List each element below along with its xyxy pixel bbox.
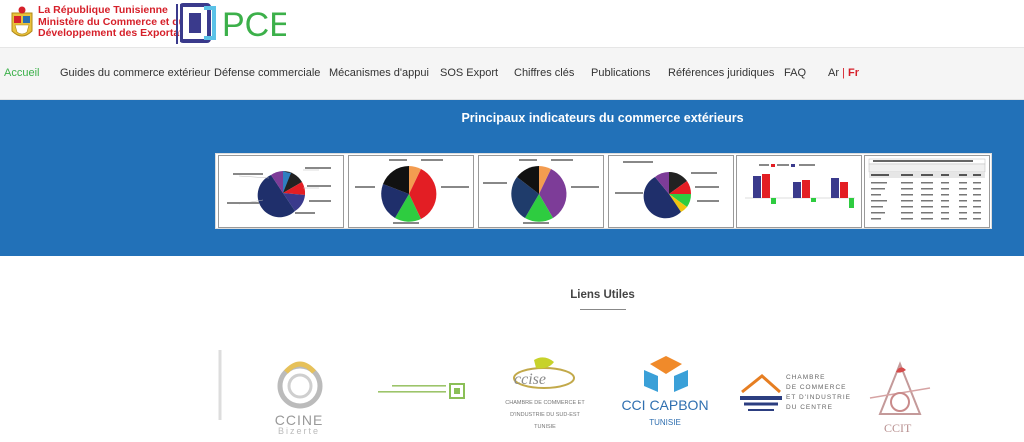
chambre-sub-2: DE COMMERCE (786, 384, 847, 391)
indicator-thumb-4[interactable] (608, 155, 734, 228)
bar-chart-thumb (745, 164, 855, 208)
cci-nord-ouest-icon (378, 383, 465, 399)
partner-ccine-logo[interactable]: CCINE Bizerte (214, 350, 324, 437)
chambre-sub-1: CHAMBRE (786, 374, 826, 381)
language-switch: Ar | Fr (828, 67, 859, 79)
ccit-name: CCIT (884, 421, 912, 435)
ccise-emblem-icon: ccise (513, 357, 575, 389)
nav-sos-export[interactable]: SOS Export (440, 67, 498, 79)
main-nav: Accueil Guides du commerce extérieur Déf… (0, 48, 1024, 100)
nav-publications[interactable]: Publications (591, 67, 650, 79)
nav-mecanismes[interactable]: Mécanismes d'appui (329, 67, 429, 79)
ccit-emblem-icon: CCIT (869, 361, 931, 435)
site-header: La République Tunisienne Ministère du Co… (0, 0, 1024, 48)
header-separator (176, 4, 178, 44)
chambre-centre-emblem-icon (740, 374, 782, 411)
ccise-sub-2: D'INDUSTRIE DU SUD-EST (510, 412, 580, 418)
logo-text: PCE (222, 6, 286, 44)
indicator-thumb-2[interactable] (348, 155, 474, 228)
liens-utiles-title: Liens Utiles (570, 289, 635, 301)
nav-guides[interactable]: Guides du commerce extérieur (60, 67, 210, 79)
indicator-thumb-5[interactable] (736, 155, 862, 228)
chambre-sub-3: ET D'INDUSTRIE (786, 394, 851, 401)
capbon-sub: TUNISIE (649, 418, 681, 427)
nav-defense[interactable]: Défense commerciale (214, 67, 320, 79)
ccise-sub-1: CHAMBRE DE COMMERCE ET (505, 400, 585, 406)
partner-ccit-logo[interactable]: CCIT (860, 358, 940, 437)
lang-fr-link[interactable]: Fr (848, 67, 859, 79)
indicator-thumb-6[interactable] (864, 155, 990, 228)
pie-chart-thumb-4 (615, 161, 719, 219)
table-thumb (868, 158, 986, 220)
capbon-emblem-icon (644, 356, 688, 392)
indicator-thumb-3[interactable] (478, 155, 604, 228)
nav-faq[interactable]: FAQ (784, 67, 806, 79)
liens-utiles-divider (580, 309, 626, 310)
indicators-title: Principaux indicateurs du commerce extér… (461, 111, 744, 125)
partner-ccise-logo[interactable]: ccise CHAMBRE DE COMMERCE ET D'INDUSTRIE… (500, 356, 590, 437)
pie-chart-thumb-3 (483, 159, 599, 224)
pce-logo[interactable]: PCE (180, 2, 286, 44)
chambre-sub-4: DU CENTRE (786, 404, 833, 411)
nav-chiffres[interactable]: Chiffres clés (514, 67, 574, 79)
tunisia-emblem-icon (11, 6, 33, 37)
partner-cci-nord-ouest-logo[interactable] (370, 378, 470, 402)
pie-chart-thumb-1 (227, 167, 331, 218)
indicator-thumb-1[interactable] (218, 155, 344, 228)
capbon-name: CCI CAPBON (621, 397, 709, 413)
partner-cci-capbon-logo[interactable]: CCI CAPBON TUNISIE (620, 356, 710, 437)
nav-accueil[interactable]: Accueil (4, 67, 39, 79)
indicators-carousel (215, 153, 992, 229)
lang-separator: | (842, 67, 845, 79)
nav-references[interactable]: Références juridiques (668, 67, 774, 79)
pie-chart-thumb-2 (355, 159, 469, 224)
ccine-sub: Bizerte (277, 426, 320, 436)
ccise-sub-3: TUNISIE (534, 424, 556, 430)
lang-ar-link[interactable]: Ar (828, 67, 839, 79)
ccise-name: ccise (514, 371, 546, 388)
partner-chambre-centre-logo[interactable]: CHAMBRE DE COMMERCE ET D'INDUSTRIE DU CE… (736, 372, 850, 422)
